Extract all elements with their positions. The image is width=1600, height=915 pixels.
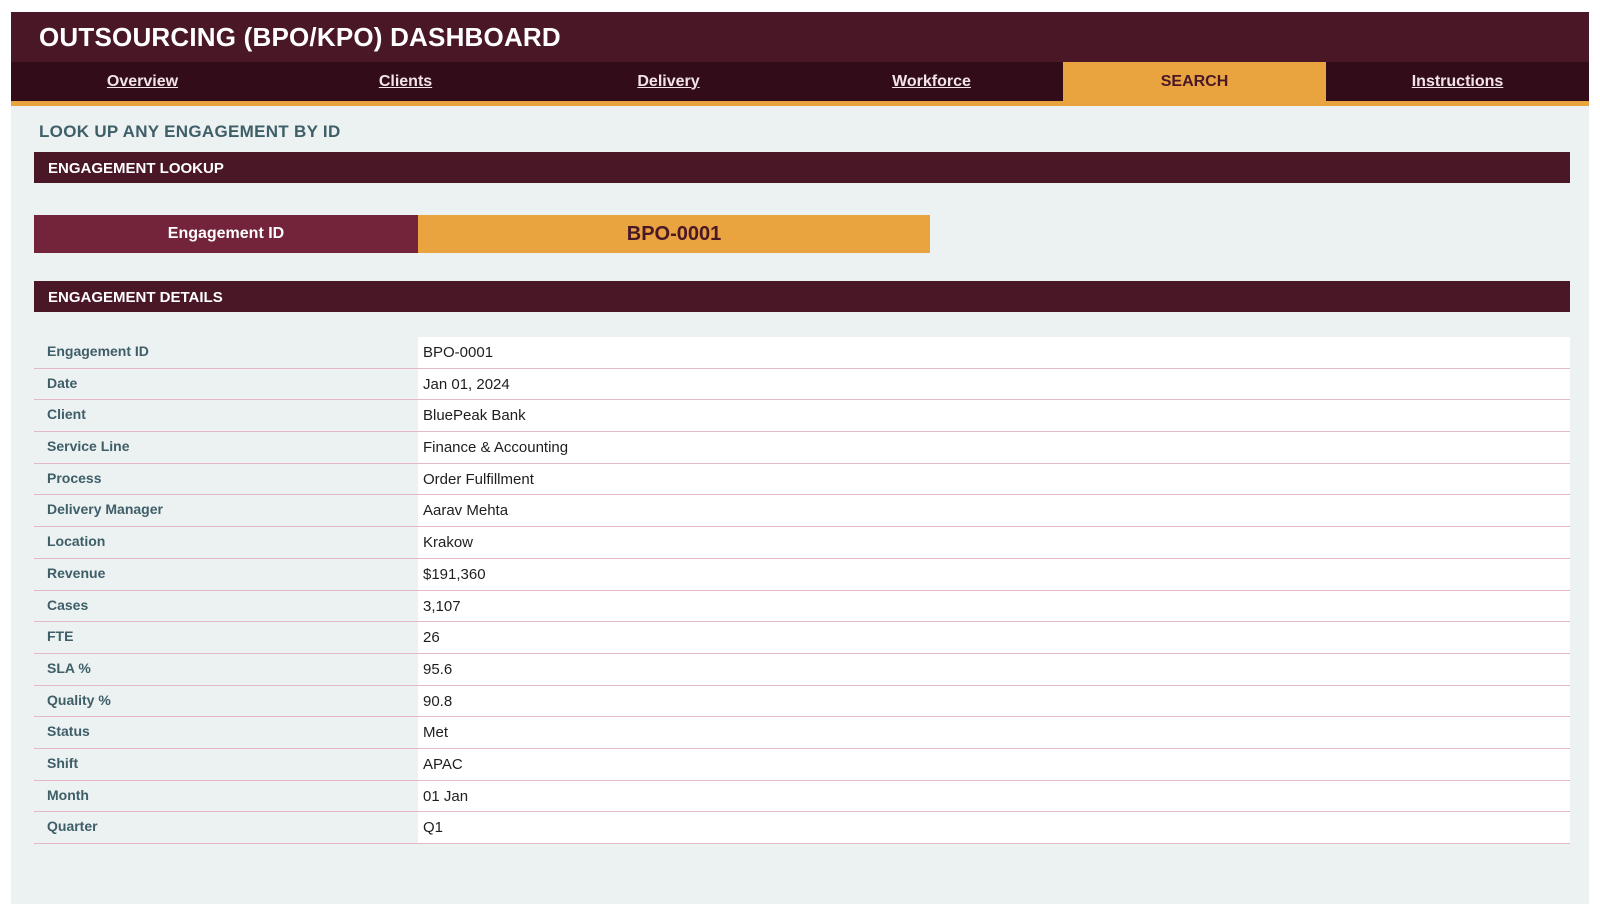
detail-value: BluePeak Bank: [418, 400, 1570, 432]
detail-value: $191,360: [418, 558, 1570, 590]
detail-row: Delivery Manager Aarav Mehta: [34, 495, 1570, 528]
title-bar: OUTSOURCING (BPO/KPO) DASHBOARD: [11, 12, 1589, 62]
detail-row: Date Jan 01, 2024: [34, 368, 1570, 401]
tab-bar: Overview Clients Delivery Workforce SEAR…: [11, 62, 1589, 101]
detail-label: Quarter: [47, 818, 98, 835]
detail-row: SLA % 95.6: [34, 653, 1570, 686]
detail-value: Finance & Accounting: [418, 432, 1570, 463]
detail-label: Month: [47, 786, 89, 803]
detail-row: Shift APAC: [34, 748, 1570, 781]
tab-instructions[interactable]: Instructions: [1326, 62, 1589, 101]
detail-value: 90.8: [418, 685, 1570, 717]
lookup-section-header: ENGAGEMENT LOOKUP: [34, 152, 1570, 183]
details-section-title: ENGAGEMENT DETAILS: [48, 289, 223, 306]
tab-delivery[interactable]: Delivery: [537, 62, 800, 101]
detail-value: 26: [418, 622, 1570, 653]
detail-label: Revenue: [47, 564, 106, 581]
detail-row: Location Krakow: [34, 527, 1570, 559]
dashboard-frame: OUTSOURCING (BPO/KPO) DASHBOARD Overview…: [11, 12, 1589, 904]
engagement-id-input[interactable]: BPO-0001: [418, 215, 930, 253]
detail-row: Month 01 Jan: [34, 780, 1570, 813]
detail-value: Met: [418, 717, 1570, 748]
detail-row: Process Order Fulfillment: [34, 463, 1570, 496]
detail-label: Service Line: [47, 438, 130, 455]
detail-value: Krakow: [418, 527, 1570, 558]
detail-value: Q1: [418, 812, 1570, 843]
detail-value: Aarav Mehta: [418, 495, 1570, 527]
detail-row: Quarter Q1: [34, 812, 1570, 844]
detail-label: Cases: [47, 596, 89, 613]
detail-row: Cases 3,107: [34, 590, 1570, 623]
detail-value: BPO-0001: [418, 337, 1570, 368]
dashboard-title: OUTSOURCING (BPO/KPO) DASHBOARD: [39, 22, 561, 52]
detail-label: SLA %: [47, 659, 91, 676]
detail-label: Process: [47, 469, 102, 486]
detail-value: 01 Jan: [418, 780, 1570, 812]
tab-bar-accent-line: [11, 101, 1589, 106]
detail-row: Status Met: [34, 717, 1570, 749]
tab-search[interactable]: SEARCH: [1063, 62, 1326, 101]
lookup-section-title: ENGAGEMENT LOOKUP: [48, 160, 224, 177]
detail-row: Service Line Finance & Accounting: [34, 432, 1570, 464]
detail-label: Status: [47, 723, 90, 740]
detail-label: Date: [47, 374, 78, 391]
detail-row: FTE 26: [34, 622, 1570, 654]
tab-overview[interactable]: Overview: [11, 62, 274, 101]
detail-label: Client: [47, 406, 86, 423]
tab-workforce[interactable]: Workforce: [800, 62, 1063, 101]
detail-value: 95.6: [418, 653, 1570, 685]
engagement-id-label: Engagement ID: [34, 215, 418, 253]
detail-label: Delivery Manager: [47, 501, 163, 518]
tab-clients[interactable]: Clients: [274, 62, 537, 101]
detail-value: APAC: [418, 748, 1570, 780]
detail-row: Quality % 90.8: [34, 685, 1570, 718]
detail-value: Jan 01, 2024: [418, 368, 1570, 400]
detail-label: Location: [47, 533, 106, 550]
detail-value: 3,107: [418, 590, 1570, 622]
detail-row: Revenue $191,360: [34, 558, 1570, 591]
detail-value: Order Fulfillment: [418, 463, 1570, 495]
details-section-header: ENGAGEMENT DETAILS: [34, 281, 1570, 312]
detail-label: Engagement ID: [47, 343, 149, 359]
detail-label: FTE: [47, 628, 74, 645]
engagement-details-table: Engagement ID BPO-0001 Date Jan 01, 2024 Cli…: [34, 337, 1570, 844]
detail-label: Quality %: [47, 691, 111, 708]
page-heading: LOOK UP ANY ENGAGEMENT BY ID: [39, 122, 341, 141]
detail-row: Engagement ID BPO-0001: [34, 337, 1570, 369]
detail-row: Client BluePeak Bank: [34, 400, 1570, 433]
detail-label: Shift: [47, 754, 79, 771]
